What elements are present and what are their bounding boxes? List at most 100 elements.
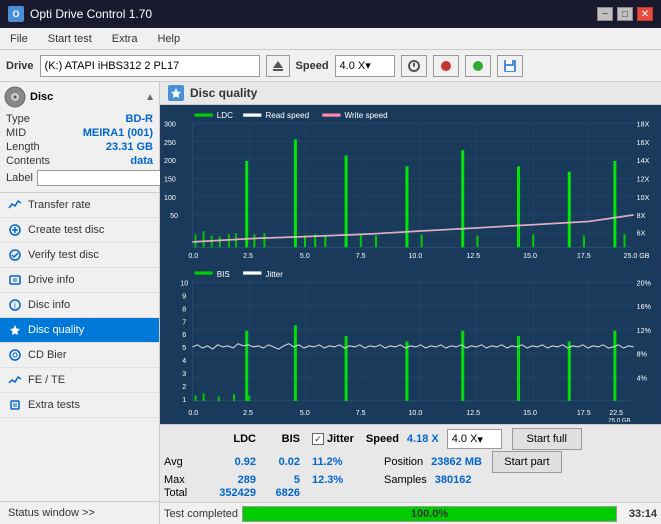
svg-text:7.5: 7.5 — [356, 251, 366, 260]
disc-mid-value: MEIRA1 (001) — [83, 127, 153, 139]
app-icon: O — [8, 6, 24, 22]
sidebar-item-verify-test-disc[interactable]: Verify test disc — [0, 243, 159, 268]
disc-type-label: Type — [6, 113, 30, 125]
svg-text:5.0: 5.0 — [300, 407, 310, 416]
svg-text:7.5: 7.5 — [356, 407, 366, 416]
status-text: Test completed — [164, 508, 238, 520]
svg-text:2: 2 — [182, 381, 186, 390]
disc-label-input[interactable] — [37, 170, 173, 186]
jitter-header: Jitter — [327, 433, 354, 445]
sidebar-item-drive-info[interactable]: Drive info — [0, 268, 159, 293]
svg-text:6: 6 — [182, 330, 186, 339]
title-bar: O Opti Drive Control 1.70 − □ ✕ — [0, 0, 661, 28]
speed-label: Speed — [296, 60, 329, 72]
avg-ldc: 0.92 — [206, 456, 256, 468]
stats-bar: LDC BIS ✓ Jitter Speed 4.18 X 4.0 X▾ — [160, 424, 661, 502]
svg-text:12.5: 12.5 — [466, 407, 480, 416]
jitter-checkbox[interactable]: ✓ — [312, 433, 324, 445]
sidebar-item-create-test-disc[interactable]: Create test disc — [0, 218, 159, 243]
speed-select[interactable]: 4.0 X ▾ — [335, 55, 395, 77]
disc-label-text: Label — [6, 172, 33, 184]
disc-length-row: Length 23.31 GB — [4, 140, 155, 154]
fe-te-icon — [8, 373, 22, 387]
total-bis: 6826 — [260, 487, 300, 499]
menu-extra[interactable]: Extra — [108, 32, 142, 46]
svg-text:250: 250 — [164, 138, 176, 147]
sidebar-item-transfer-rate[interactable]: Transfer rate — [0, 193, 159, 218]
minimize-button[interactable]: − — [597, 7, 613, 21]
svg-text:4%: 4% — [637, 373, 648, 382]
save-button[interactable] — [497, 55, 523, 77]
menu-help[interactable]: Help — [153, 32, 184, 46]
disc-icon — [4, 86, 26, 108]
cd-bier-icon — [8, 348, 22, 362]
samples-label: Samples — [384, 474, 427, 486]
disc-quality-header: Disc quality — [160, 82, 661, 105]
sidebar-item-cd-bier[interactable]: CD Bier — [0, 343, 159, 368]
svg-text:BIS: BIS — [217, 268, 230, 278]
green-button[interactable] — [465, 55, 491, 77]
start-scan-button[interactable] — [401, 55, 427, 77]
svg-text:6X: 6X — [637, 228, 646, 237]
speed-dropdown[interactable]: 4.0 X▾ — [447, 429, 502, 449]
menu-start-test[interactable]: Start test — [44, 32, 96, 46]
jitter-checkbox-row: ✓ Jitter — [312, 433, 354, 445]
total-label: Total — [164, 487, 202, 499]
disc-panel: Disc ▲ Type BD-R MID MEIRA1 (001) Length… — [0, 82, 159, 193]
drive-select[interactable]: (K:) ATAPI iHBS312 2 PL17 — [40, 55, 260, 77]
disc-mid-label: MID — [6, 127, 26, 139]
sidebar-item-disc-quality[interactable]: Disc quality — [0, 318, 159, 343]
speed-value: 4.18 X — [407, 433, 439, 445]
disc-info-icon: i — [8, 298, 22, 312]
avg-label: Avg — [164, 456, 202, 468]
svg-text:18X: 18X — [637, 119, 650, 128]
bottom-chart-svg: BIS Jitter 20% 16% 12% 8% 4% 10 9 8 7 6 … — [162, 266, 659, 423]
svg-text:12%: 12% — [637, 325, 652, 334]
svg-text:100: 100 — [164, 193, 176, 202]
progress-percent: 100.0% — [243, 507, 616, 521]
svg-text:5: 5 — [182, 342, 186, 351]
svg-text:2.5: 2.5 — [243, 407, 253, 416]
svg-text:8: 8 — [182, 304, 186, 313]
svg-text:9: 9 — [182, 291, 186, 300]
svg-text:8X: 8X — [637, 211, 646, 220]
start-part-button[interactable]: Start part — [492, 451, 562, 473]
svg-text:7: 7 — [182, 317, 186, 326]
eject-button[interactable] — [266, 55, 290, 77]
red-button[interactable] — [433, 55, 459, 77]
menu-file[interactable]: File — [6, 32, 32, 46]
svg-text:14X: 14X — [637, 156, 650, 165]
svg-text:Jitter: Jitter — [265, 268, 283, 278]
disc-section-title: Disc — [30, 91, 53, 103]
drive-label: Drive — [6, 60, 34, 72]
svg-text:150: 150 — [164, 174, 176, 183]
avg-jitter: 11.2% — [312, 456, 372, 468]
svg-text:22.5: 22.5 — [609, 407, 623, 416]
svg-text:10.0: 10.0 — [408, 251, 422, 260]
window-controls: − □ ✕ — [597, 7, 653, 21]
ldc-header: LDC — [206, 433, 256, 445]
svg-text:1: 1 — [182, 394, 186, 403]
status-window-button[interactable]: Status window >> — [0, 501, 159, 524]
sidebar-item-extra-tests[interactable]: Extra tests — [0, 393, 159, 418]
sidebar-item-fe-te[interactable]: FE / TE — [0, 368, 159, 393]
sidebar-item-disc-info[interactable]: i Disc info — [0, 293, 159, 318]
svg-text:2.5: 2.5 — [243, 251, 253, 260]
disc-quality-title: Disc quality — [190, 86, 257, 100]
start-full-button[interactable]: Start full — [512, 428, 582, 450]
svg-text:12.5: 12.5 — [466, 251, 480, 260]
svg-text:4: 4 — [182, 355, 186, 364]
bottom-chart: BIS Jitter 20% 16% 12% 8% 4% 10 9 8 7 6 … — [162, 266, 659, 423]
verify-disc-icon — [8, 248, 22, 262]
svg-text:0.0: 0.0 — [188, 251, 198, 260]
maximize-button[interactable]: □ — [617, 7, 633, 21]
extra-tests-icon — [8, 398, 22, 412]
svg-text:10: 10 — [180, 278, 188, 287]
content-area: Disc quality — [160, 82, 661, 524]
menu-bar: File Start test Extra Help — [0, 28, 661, 50]
title-bar-left: O Opti Drive Control 1.70 — [8, 6, 152, 22]
close-button[interactable]: ✕ — [637, 7, 653, 21]
drive-toolbar: Drive (K:) ATAPI iHBS312 2 PL17 Speed 4.… — [0, 50, 661, 82]
top-chart: LDC Read speed Write speed 18X 16X 14X 1… — [162, 107, 659, 264]
disc-expand-icon[interactable]: ▲ — [145, 92, 155, 103]
